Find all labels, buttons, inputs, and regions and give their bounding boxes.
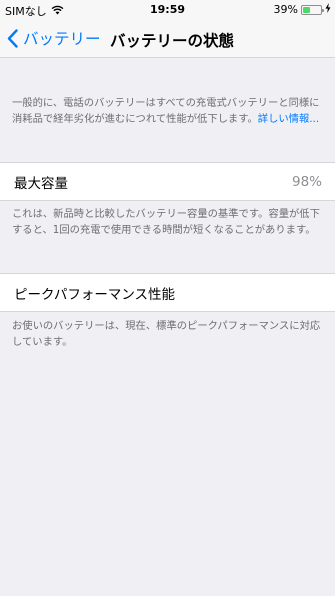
back-button-label: バッテリー: [23, 30, 101, 48]
max-capacity-footer: これは、新品時と比較したバッテリー容量の基準です。容量が低下すると、1回の充電で…: [12, 208, 320, 236]
peak-performance-footer: お使いのバッテリーは、現在、標準のピークパフォーマンスに対応しています。: [12, 320, 321, 348]
charging-bolt-icon: [325, 3, 331, 16]
intro-description: 一般的に、電話のバッテリーはすべての充電式バッテリーと同様に消耗品で経年劣化が進…: [12, 95, 323, 127]
status-right: 39%: [274, 3, 331, 16]
max-capacity-row: 最大容量 98%: [0, 162, 335, 201]
battery-fill: [303, 6, 310, 13]
status-bar: SIMなし 19:59 39%: [0, 0, 335, 20]
max-capacity-value: 98%: [291, 173, 322, 190]
screen: SIMなし 19:59 39% バッテリー バッテリーの状態 一般的に、電話のバ…: [0, 0, 335, 596]
peak-performance-row: ピークパフォーマンス性能: [0, 273, 335, 312]
page-title: バッテリーの状態: [110, 32, 235, 50]
chevron-left-icon: [7, 28, 18, 48]
peak-performance-label: ピークパフォーマンス性能: [14, 286, 176, 303]
battery-percent: 39%: [273, 3, 298, 16]
navigation-bar: バッテリー バッテリーの状態: [0, 20, 335, 58]
battery-cap: [322, 8, 324, 12]
back-button[interactable]: バッテリー: [7, 27, 101, 49]
max-capacity-label: 最大容量: [14, 175, 68, 192]
learn-more-link[interactable]: 詳しい情報...: [258, 113, 319, 125]
battery-icon: [301, 4, 324, 15]
